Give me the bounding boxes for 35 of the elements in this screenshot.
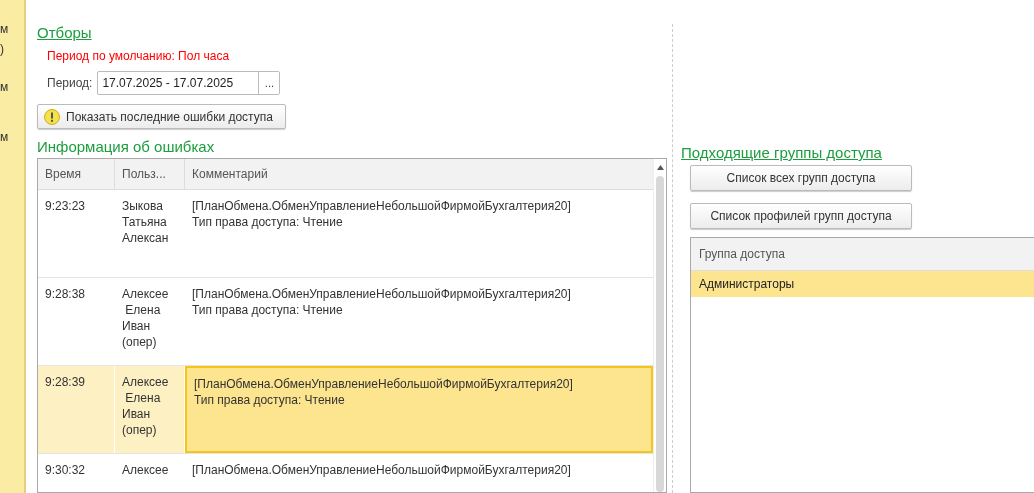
sidebar-item[interactable]: м [0, 80, 9, 94]
warning-icon [44, 108, 60, 125]
table-cell-text: Алексее Елена Иван (опер) [121, 286, 170, 351]
period-label: Период: [47, 76, 93, 90]
table-row[interactable]: 9:28:39 Алексее Елена Иван (опер) [ПланОбмена.ОбменУправлениеНебольшойФирмойБухгалтерия20] Тип права доступа: Чтение [38, 366, 653, 454]
column-header[interactable]: Комментарий [185, 159, 653, 189]
table-cell-text: [ПланОбмена.ОбменУправлениеНебольшойФирмойБухгалтерия20] [191, 462, 572, 479]
table-cell-text: [ПланОбмена.ОбменУправлениеНебольшойФирмойБухгалтерия20] Тип права доступа: Чтение [191, 198, 572, 231]
table-cell: Алексее Елена Иван (опер) [115, 366, 185, 453]
table-cell: [ПланОбмена.ОбменУправлениеНебольшойФирмойБухгалтерия20] Тип права доступа: Чтение [185, 366, 653, 453]
show-errors-button[interactable]: Показать последние ошибки доступа [37, 104, 286, 129]
sidebar-item[interactable]: м [0, 130, 9, 144]
table-cell-text: 9:23:23 [44, 198, 87, 215]
column-header[interactable]: Польз... [115, 159, 185, 189]
column-header[interactable]: Время [38, 159, 115, 189]
scrollbar[interactable] [653, 159, 666, 492]
filters-title[interactable]: Отборы [37, 24, 92, 41]
default-period-note: Период по умолчанию: Пол часа [47, 49, 231, 63]
group-list-button[interactable]: Список профилей групп доступа [690, 203, 912, 229]
sidebar-item[interactable]: ) [0, 42, 4, 56]
period-field[interactable]: 17.07.2025 - 17.07.2025 ... [97, 71, 281, 95]
table-cell-text: 9:28:38 [44, 286, 87, 303]
groups-title[interactable]: Подходящие группы доступа [681, 144, 882, 161]
table-cell-text: Алексее [121, 462, 170, 479]
scroll-up-icon[interactable] [656, 165, 664, 170]
table-row[interactable]: Администраторы [691, 271, 1034, 297]
column-header[interactable]: Группа доступа [691, 238, 1034, 271]
group-list-button[interactable]: Список всех групп доступа [690, 165, 912, 191]
period-select-button[interactable]: ... [258, 72, 280, 94]
table-cell-text: 9:30:32 [44, 462, 87, 479]
sidebar-item[interactable]: м [0, 22, 9, 36]
table-cell-text: [ПланОбмена.ОбменУправлениеНебольшойФирмойБухгалтерия20] Тип права доступа: Чтение [191, 286, 572, 319]
table-cell: 9:28:39 [38, 366, 115, 453]
table-cell-text: Зыкова Татьяна Алексан [121, 198, 170, 247]
errors-title: Информация об ошибках [37, 138, 216, 155]
